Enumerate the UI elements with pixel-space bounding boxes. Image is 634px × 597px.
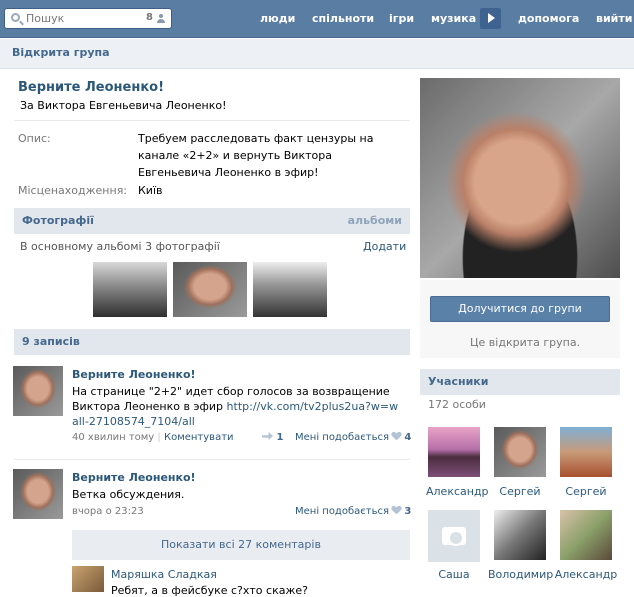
post-author[interactable]: Верните Леоненко! [72,368,196,381]
member-avatar[interactable] [428,427,480,477]
member-name[interactable]: Володимир [488,568,553,581]
album-photo[interactable] [253,262,327,317]
members-count[interactable]: 172 особи [428,398,486,411]
play-icon[interactable] [480,8,501,29]
member-name[interactable]: Сергей [492,485,548,498]
search-input[interactable]: Пошук 8 [4,8,172,29]
album-photo[interactable] [93,262,167,317]
description-value: Требуем расследовать факт цензуры на кан… [138,132,374,179]
camera-icon[interactable] [428,510,480,562]
post-avatar[interactable] [13,469,63,519]
divider [14,459,410,460]
member-avatar[interactable] [560,510,612,560]
album-photo[interactable] [173,262,247,317]
like-count: 3 [404,506,412,517]
search-people-count: 8 [146,12,153,23]
search-icon [11,13,20,22]
heart-icon [392,506,401,514]
show-all-comments-button[interactable]: Показати всі 27 коментарів [72,530,410,560]
page-title: Відкрита група [12,46,110,59]
post-timestamp[interactable]: 40 хвилин тому [72,432,154,443]
photos-section-header: Фотографії альбоми [14,208,410,234]
post-timestamp[interactable]: вчора о 23:23 [72,506,144,517]
member-name[interactable]: Саша [426,568,482,581]
member-avatar[interactable] [494,510,546,560]
post-avatar[interactable] [13,366,63,416]
page-header: Відкрита група [0,39,634,69]
member-name[interactable]: Александр [554,568,618,581]
location-value: Київ [138,184,163,197]
member-name[interactable]: Сергей [558,485,614,498]
join-group-button[interactable]: Долучитися до групи [430,296,610,322]
add-photo-link[interactable]: Додати [363,240,406,253]
like-count: 4 [404,432,412,443]
group-avatar[interactable] [420,78,620,278]
comment-author[interactable]: Маряшка Сладкая [111,568,217,581]
members-header-label[interactable]: Учасники [428,375,488,388]
albums-link[interactable]: альбоми [348,214,402,227]
top-navigation-bar: Пошук 8 люди спільноти ігри музика допом… [0,0,634,38]
group-title: Верните Леоненко! [18,80,165,95]
member-name[interactable]: Александр [426,485,489,498]
like-label: Мені подобається [295,506,389,517]
photos-summary: В основному альбомі 3 фотографії [20,240,220,253]
share-icon [262,432,273,440]
wall-header: 9 записів [14,329,410,355]
nav-logout[interactable]: вийти [596,0,632,38]
members-header: Учасники [420,369,620,395]
nav-people[interactable]: люди [260,0,295,38]
share-button[interactable]: 1 [262,432,283,443]
nav-help[interactable]: допомога [518,0,579,38]
comment-link[interactable]: Коментувати [164,432,234,443]
like-label: Мені подобається [295,432,389,443]
post-time: 40 хвилин тому | Коментувати [72,432,234,443]
nav-communities[interactable]: спільноти [312,0,374,38]
wall-posts-count[interactable]: 9 записів [22,335,80,348]
post-text: На странице "2+2" идет сбор голосов за в… [72,384,402,429]
post-text: Ветка обсуждения. [72,488,185,501]
nav-music[interactable]: музика [431,0,476,38]
nav-games[interactable]: ігри [389,0,414,38]
open-group-note: Це відкрита група. [470,336,581,349]
heart-icon [392,432,401,440]
user-icon [157,14,165,23]
group-status: За Виктора Евгеньевича Леоненко! [20,99,227,112]
photos-header-label[interactable]: Фотографії [22,214,94,227]
description-label: Опис: [18,132,51,145]
post-author[interactable]: Верните Леоненко! [72,471,196,484]
divider [14,120,410,121]
location-label: Місценаходження: [18,184,128,197]
like-button[interactable]: Мені подобається 4 [295,432,411,443]
member-avatar[interactable] [560,427,612,477]
comment-avatar[interactable] [72,566,104,592]
member-avatar[interactable] [494,427,546,477]
like-button[interactable]: Мені подобається 3 [295,506,411,517]
comment-text: Ребят, а в фейсбуке с?хто скаже? [111,584,308,597]
share-count: 1 [276,432,284,443]
search-placeholder: Пошук [26,12,65,25]
